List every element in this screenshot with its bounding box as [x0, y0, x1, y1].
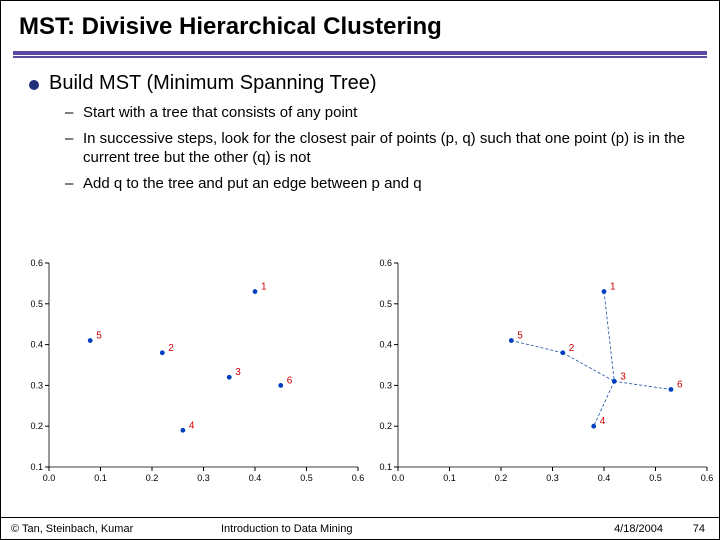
svg-text:0.2: 0.2 [379, 421, 392, 431]
dash-icon: – [65, 174, 83, 194]
sub-bullet: – In successive steps, look for the clos… [65, 129, 691, 168]
footer-date: 4/18/2004 [533, 523, 673, 535]
svg-text:0.6: 0.6 [379, 258, 392, 268]
svg-text:3: 3 [235, 367, 241, 378]
svg-text:0.4: 0.4 [598, 473, 611, 483]
svg-text:0.0: 0.0 [43, 473, 56, 483]
svg-text:0.6: 0.6 [701, 473, 713, 483]
svg-text:0.3: 0.3 [197, 473, 210, 483]
sub-bullet: – Start with a tree that consists of any… [65, 103, 691, 123]
sub-bullet-text: Start with a tree that consists of any p… [83, 103, 357, 123]
footer-copyright: © Tan, Steinbach, Kumar [1, 523, 211, 535]
scatter-chart-left: 0.10.20.30.40.50.60.00.10.20.30.40.50.61… [15, 257, 364, 487]
slide-title: MST: Divisive Hierarchical Clustering [1, 1, 719, 47]
svg-text:6: 6 [287, 375, 293, 386]
svg-text:0.5: 0.5 [30, 299, 43, 309]
bullet-dot-icon [29, 80, 39, 90]
svg-text:0.5: 0.5 [649, 473, 662, 483]
svg-text:0.0: 0.0 [392, 473, 405, 483]
svg-text:2: 2 [168, 343, 174, 354]
svg-text:1: 1 [610, 282, 616, 293]
footer-title: Introduction to Data Mining [211, 523, 533, 535]
svg-text:0.2: 0.2 [495, 473, 508, 483]
svg-text:0.1: 0.1 [30, 462, 43, 472]
svg-text:0.6: 0.6 [30, 258, 43, 268]
main-bullet-text: Build MST (Minimum Spanning Tree) [49, 72, 377, 95]
svg-text:0.2: 0.2 [30, 421, 43, 431]
scatter-chart-right: 0.10.20.30.40.50.60.00.10.20.30.40.50.61… [364, 257, 713, 487]
svg-text:6: 6 [677, 379, 683, 390]
svg-text:0.3: 0.3 [379, 380, 392, 390]
svg-text:3: 3 [620, 371, 626, 382]
sub-bullet-text: In successive steps, look for the closes… [83, 129, 691, 168]
dash-icon: – [65, 129, 83, 168]
title-rule [13, 51, 707, 58]
svg-text:0.1: 0.1 [379, 462, 392, 472]
sub-bullet-text: Add q to the tree and put an edge betwee… [83, 174, 422, 194]
svg-text:0.4: 0.4 [249, 473, 262, 483]
slide-footer: © Tan, Steinbach, Kumar Introduction to … [1, 517, 719, 539]
svg-text:0.4: 0.4 [30, 340, 43, 350]
sub-bullet: – Add q to the tree and put an edge betw… [65, 174, 691, 194]
svg-text:0.1: 0.1 [94, 473, 107, 483]
svg-text:4: 4 [600, 416, 606, 427]
svg-text:0.3: 0.3 [30, 380, 43, 390]
svg-text:0.4: 0.4 [379, 340, 392, 350]
svg-text:0.3: 0.3 [546, 473, 559, 483]
svg-text:0.5: 0.5 [379, 299, 392, 309]
svg-text:2: 2 [569, 343, 575, 354]
main-bullet: Build MST (Minimum Spanning Tree) [29, 72, 691, 95]
svg-text:5: 5 [96, 331, 102, 342]
svg-text:0.2: 0.2 [146, 473, 159, 483]
svg-text:0.5: 0.5 [300, 473, 313, 483]
footer-page: 74 [673, 523, 719, 535]
svg-text:5: 5 [517, 331, 523, 342]
svg-text:0.6: 0.6 [352, 473, 364, 483]
dash-icon: – [65, 103, 83, 123]
svg-text:4: 4 [189, 420, 195, 431]
svg-text:1: 1 [261, 282, 267, 293]
svg-text:0.1: 0.1 [443, 473, 456, 483]
